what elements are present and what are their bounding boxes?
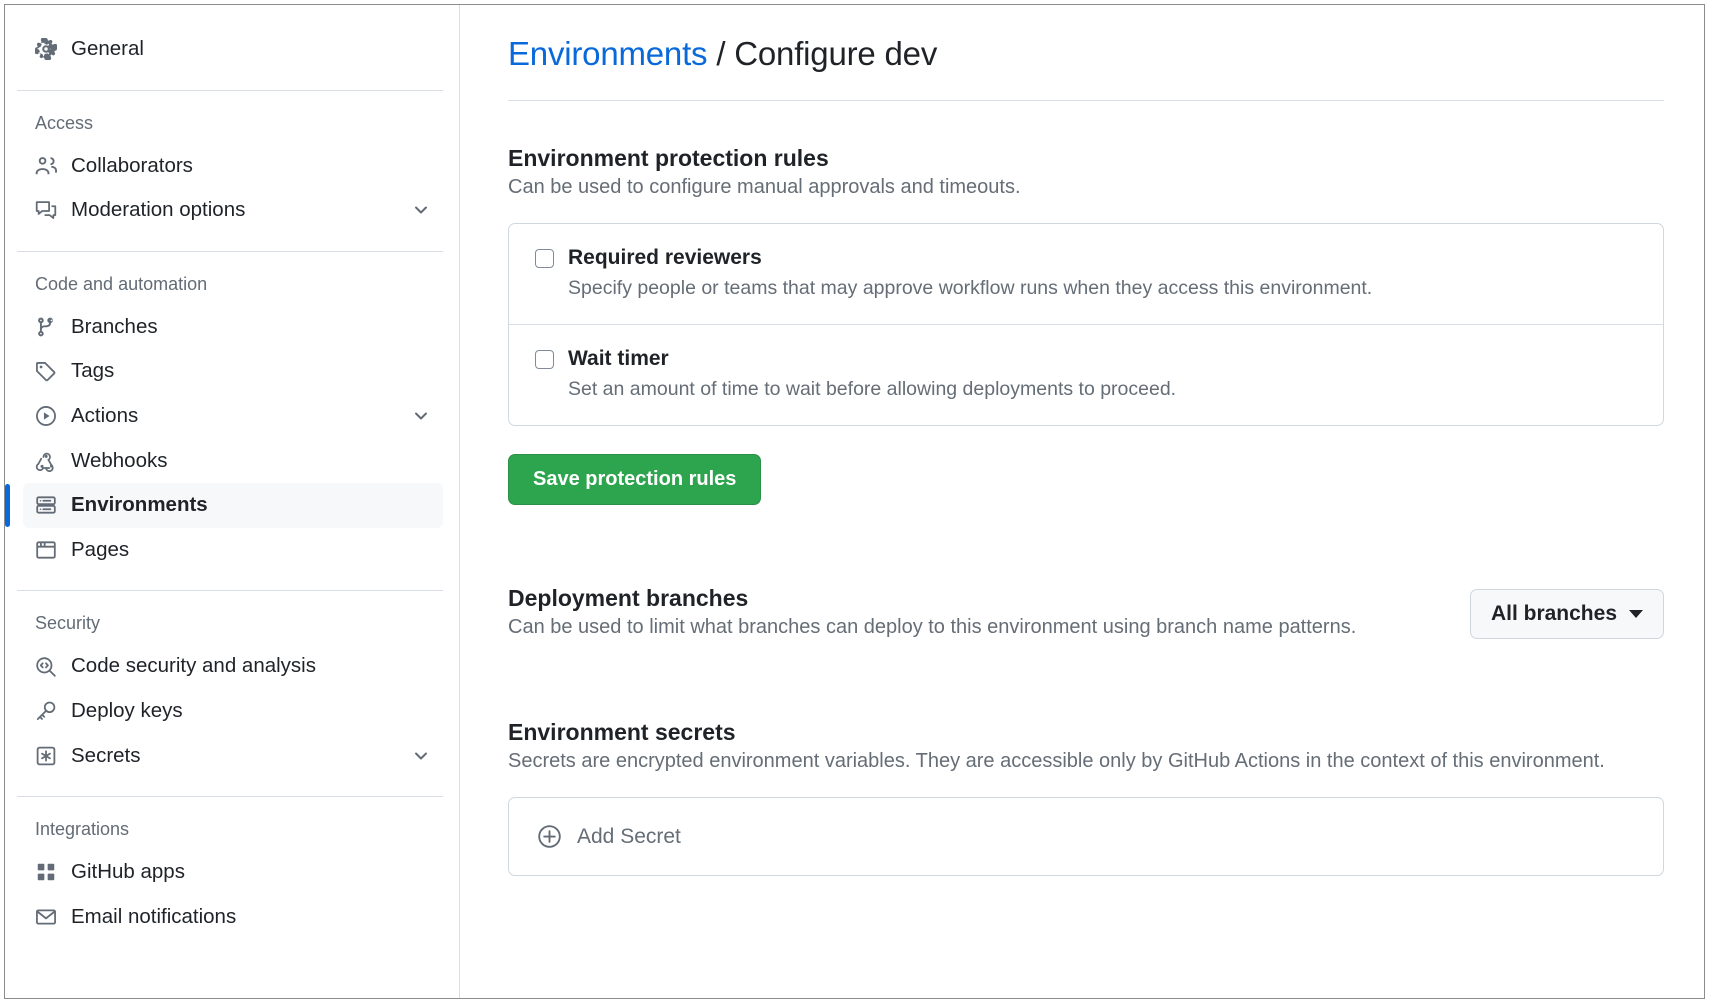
- sidebar-item-deploy-keys[interactable]: Deploy keys: [23, 689, 443, 734]
- asterisk-box-icon: [35, 745, 57, 767]
- required-reviewers-label: Required reviewers: [568, 246, 762, 270]
- protection-rules-heading: Environment protection rules: [508, 145, 1664, 172]
- sidebar-group-title: Security: [5, 613, 459, 634]
- chevron-down-icon[interactable]: [411, 200, 431, 220]
- wait-timer-label: Wait timer: [568, 347, 669, 371]
- wait-timer-description: Set an amount of time to wait before all…: [568, 378, 1637, 401]
- play-icon: [35, 405, 57, 427]
- gear-icon: [35, 38, 57, 60]
- sidebar-group-list: GitHub apps Email notifications: [5, 850, 459, 939]
- header-divider: [508, 100, 1664, 101]
- deployment-branches-dropdown-label: All branches: [1491, 602, 1617, 626]
- sidebar-item-pages[interactable]: Pages: [23, 528, 443, 573]
- sidebar-item-label: Deploy keys: [71, 699, 431, 724]
- sidebar-group-title: Integrations: [5, 819, 459, 840]
- sidebar-item-label: Moderation options: [71, 198, 397, 223]
- sidebar-item-tags[interactable]: Tags: [23, 349, 443, 394]
- deployment-branches-heading: Deployment branches: [508, 585, 1356, 612]
- breadcrumb-separator: /: [716, 35, 725, 72]
- breadcrumb: Environments / Configure dev: [508, 27, 1664, 74]
- main-content: Environments / Configure dev Environment…: [460, 5, 1704, 998]
- sidebar-item-actions[interactable]: Actions: [23, 394, 443, 439]
- wait-timer-checkbox[interactable]: [535, 350, 554, 369]
- rule-required-reviewers[interactable]: Required reviewers Specify people or tea…: [509, 224, 1663, 324]
- protection-rules-description: Can be used to configure manual approval…: [508, 176, 1664, 199]
- breadcrumb-environments-link[interactable]: Environments: [508, 35, 707, 72]
- key-icon: [35, 700, 57, 722]
- sidebar-item-label: Collaborators: [71, 154, 431, 179]
- chevron-down-icon[interactable]: [411, 746, 431, 766]
- rule-wait-timer[interactable]: Wait timer Set an amount of time to wait…: [509, 324, 1663, 425]
- sidebar-group-list: Code security and analysis Deploy keys Sec…: [5, 644, 459, 778]
- deployment-branches-description: Can be used to limit what branches can d…: [508, 616, 1356, 639]
- environment-protection-rules-section: Environment protection rules Can be used…: [508, 145, 1664, 505]
- sidebar-group-list: Branches Tags Actions Webhooks Environments P…: [5, 305, 459, 573]
- sidebar-item-label: Webhooks: [71, 449, 431, 474]
- sidebar-item-secrets[interactable]: Secrets: [23, 734, 443, 779]
- settings-sidebar: General Access Collaborators Moderation opt…: [5, 5, 460, 998]
- sidebar-group-list: Collaborators Moderation options: [5, 144, 459, 233]
- environment-secrets-heading: Environment secrets: [508, 719, 1664, 746]
- git-branch-icon: [35, 316, 57, 338]
- sidebar-item-webhooks[interactable]: Webhooks: [23, 439, 443, 484]
- sidebar-item-email-notifications[interactable]: Email notifications: [23, 895, 443, 940]
- sidebar-item-general[interactable]: General: [23, 27, 443, 72]
- sidebar-item-label: Actions: [71, 404, 397, 429]
- sidebar-item-label: General: [71, 37, 431, 62]
- sidebar-group-title: Access: [5, 113, 459, 134]
- chevron-down-icon: [1629, 610, 1643, 618]
- save-protection-rules-button[interactable]: Save protection rules: [508, 454, 761, 505]
- deployment-branches-section: Deployment branches Can be used to limit…: [508, 585, 1664, 639]
- people-icon: [35, 155, 57, 177]
- sidebar-item-label: Environments: [71, 493, 431, 518]
- add-secret-button[interactable]: Add Secret: [537, 824, 1635, 849]
- add-secret-label: Add Secret: [577, 825, 681, 849]
- sidebar-item-label: GitHub apps: [71, 860, 431, 885]
- breadcrumb-current: Configure dev: [734, 35, 937, 72]
- sidebar-item-collaborators[interactable]: Collaborators: [23, 144, 443, 189]
- sidebar-item-code-security-and-analysis[interactable]: Code security and analysis: [23, 644, 443, 689]
- environment-secrets-box: Add Secret: [508, 797, 1664, 876]
- environment-secrets-description: Secrets are encrypted environment variab…: [508, 750, 1664, 773]
- sidebar-item-label: Email notifications: [71, 905, 431, 930]
- sidebar-divider: [17, 90, 443, 91]
- sidebar-item-branches[interactable]: Branches: [23, 305, 443, 350]
- protection-rules-box: Required reviewers Specify people or tea…: [508, 223, 1664, 426]
- chevron-down-icon[interactable]: [411, 406, 431, 426]
- required-reviewers-checkbox[interactable]: [535, 249, 554, 268]
- sidebar-item-label: Pages: [71, 538, 431, 563]
- sidebar-item-label: Code security and analysis: [71, 654, 431, 679]
- sidebar-group-title: Code and automation: [5, 274, 459, 295]
- tag-icon: [35, 361, 57, 383]
- code-search-icon: [35, 656, 57, 678]
- environment-secrets-section: Environment secrets Secrets are encrypte…: [508, 719, 1664, 876]
- settings-window: General Access Collaborators Moderation opt…: [4, 4, 1705, 999]
- server-icon: [35, 494, 57, 516]
- apps-grid-icon: [35, 861, 57, 883]
- sidebar-item-moderation-options[interactable]: Moderation options: [23, 188, 443, 233]
- plus-circle-icon: [537, 824, 562, 849]
- mail-icon: [35, 906, 57, 928]
- webhook-icon: [35, 450, 57, 472]
- sidebar-item-github-apps[interactable]: GitHub apps: [23, 850, 443, 895]
- sidebar-item-label: Tags: [71, 359, 431, 384]
- comment-discussion-icon: [35, 199, 57, 221]
- sidebar-divider: [17, 251, 443, 252]
- sidebar-item-environments[interactable]: Environments: [23, 483, 443, 528]
- deployment-branches-dropdown[interactable]: All branches: [1470, 589, 1664, 639]
- sidebar-divider: [17, 796, 443, 797]
- sidebar-group-list: General: [5, 27, 459, 72]
- browser-icon: [35, 539, 57, 561]
- sidebar-item-label: Branches: [71, 315, 431, 340]
- sidebar-divider: [17, 590, 443, 591]
- sidebar-item-label: Secrets: [71, 744, 397, 769]
- required-reviewers-description: Specify people or teams that may approve…: [568, 277, 1637, 300]
